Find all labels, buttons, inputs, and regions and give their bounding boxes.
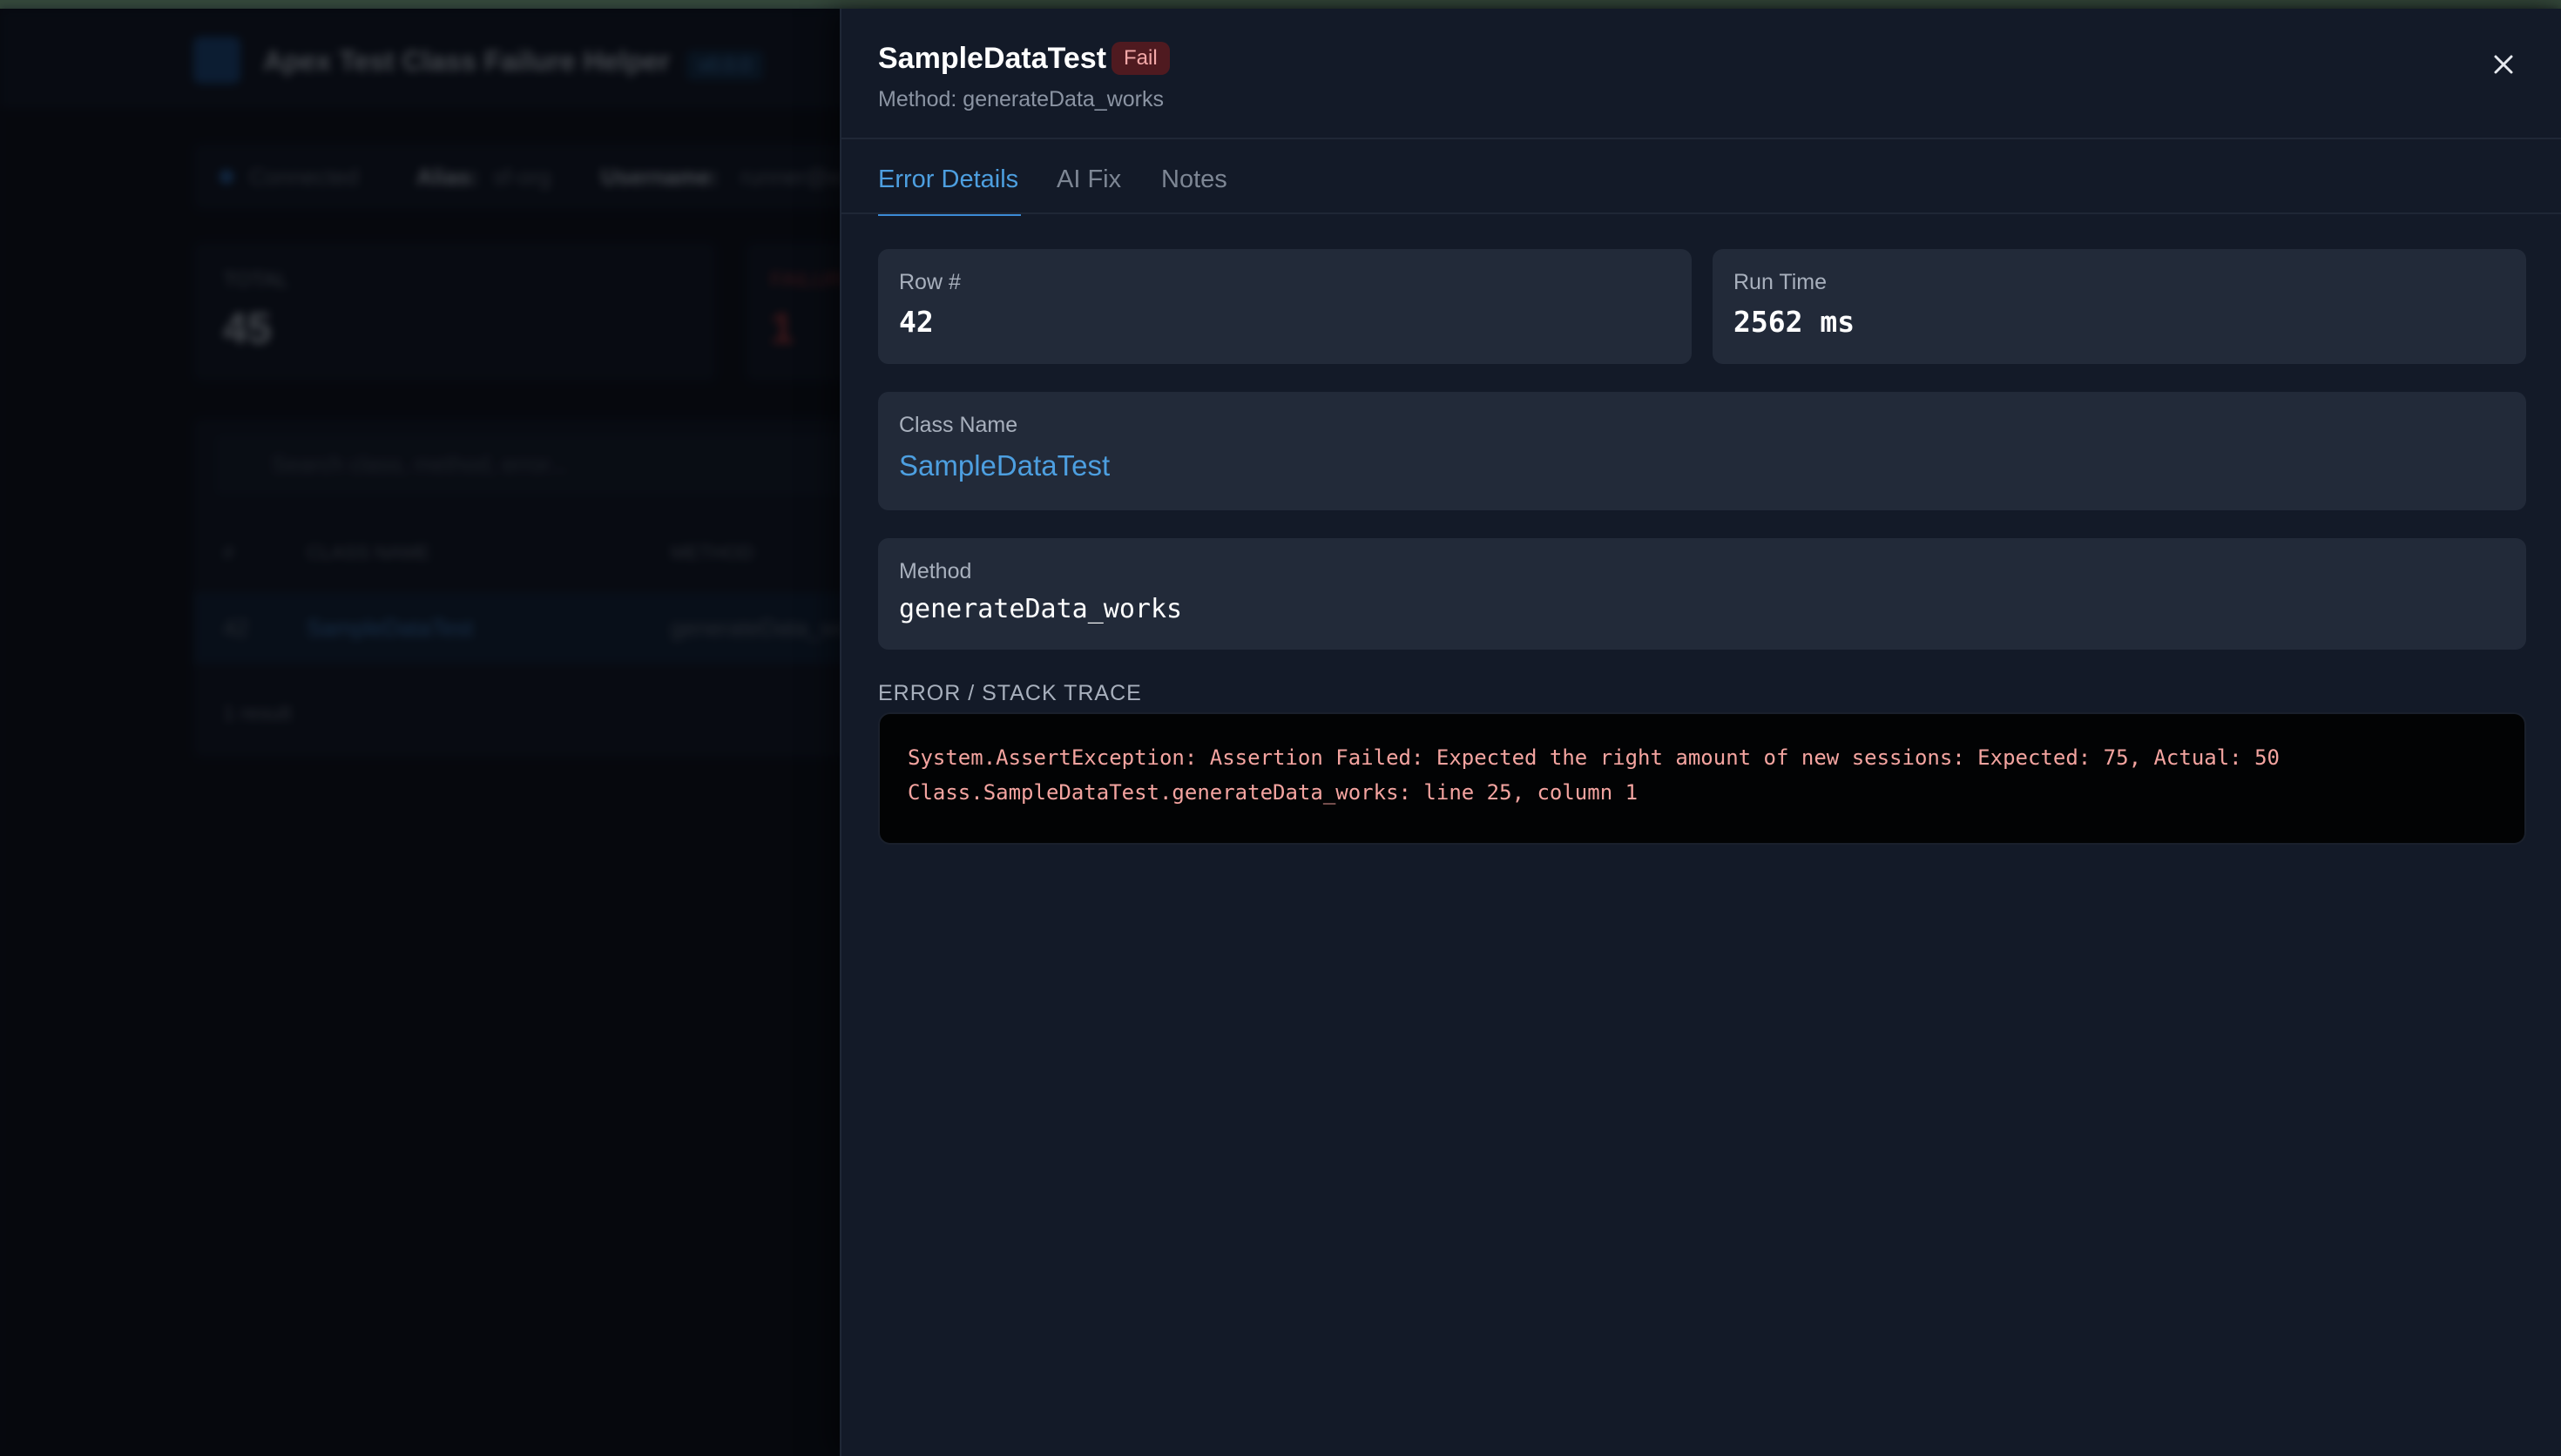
close-icon (2494, 55, 2513, 74)
tab-notes[interactable]: Notes (1161, 165, 1227, 194)
tab-divider (841, 212, 2561, 214)
row-number-value: 42 (899, 305, 934, 339)
tab-error-details[interactable]: Error Details (878, 165, 1018, 194)
close-button[interactable] (2486, 47, 2521, 82)
stack-trace-line: Class.SampleDataTest.generateData_works:… (908, 780, 1639, 805)
tab-ai-fix[interactable]: AI Fix (1057, 165, 1121, 194)
panel-subtitle: Method: generateData_works (878, 87, 1164, 112)
class-name-card: Class Name SampleDataTest (878, 392, 2526, 510)
subtitle-method-value: generateData_works (963, 87, 1164, 111)
modal-backdrop[interactable] (0, 9, 841, 1456)
run-time-value: 2562 ms (1733, 305, 1855, 339)
stack-trace-heading: ERROR / STACK TRACE (878, 681, 1142, 705)
run-time-label: Run Time (1733, 270, 1827, 294)
stack-trace-line: System.AssertException: Assertion Failed… (908, 745, 2280, 770)
method-value: generateData_works (899, 594, 1183, 624)
row-number-card: Row # 42 (878, 249, 1692, 364)
method-card: Method generateData_works (878, 538, 2526, 650)
status-badge: Fail (1112, 42, 1170, 75)
subtitle-method-label: Method: (878, 87, 957, 111)
stack-trace-block: System.AssertException: Assertion Failed… (878, 712, 2526, 845)
detail-panel: SampleDataTest Fail Method: generateData… (840, 9, 2561, 1456)
class-name-label: Class Name (899, 413, 1018, 437)
run-time-card: Run Time 2562 ms (1713, 249, 2526, 364)
window-top-border (0, 0, 2561, 9)
header-divider (841, 138, 2561, 139)
row-number-label: Row # (899, 270, 961, 294)
class-name-link[interactable]: SampleDataTest (899, 449, 1110, 482)
panel-title: SampleDataTest (878, 42, 1107, 75)
method-label: Method (899, 559, 972, 583)
